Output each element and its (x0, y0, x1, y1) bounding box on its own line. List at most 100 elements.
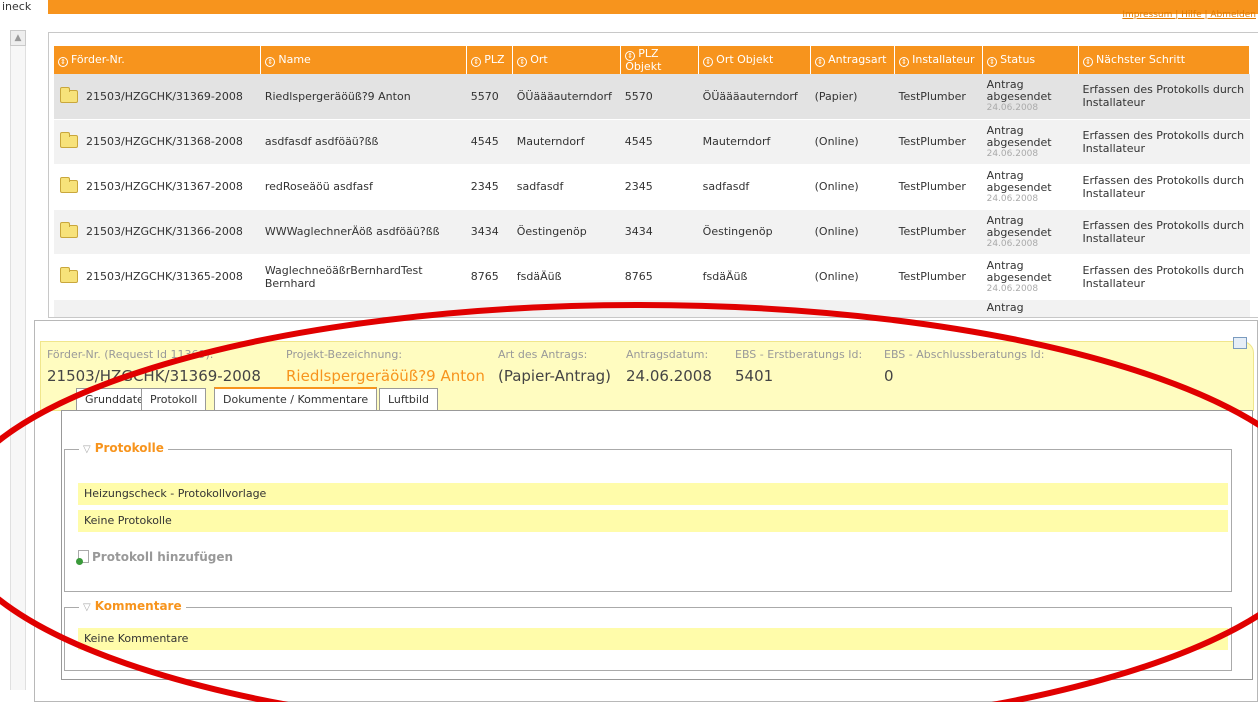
projekt-value: Riedlspergeräöüß?9 Anton (286, 367, 485, 385)
column-header-naechster-schritt[interactable]: ⇕ Nächster Schritt (1078, 46, 1250, 74)
collapse-icon[interactable]: ▽ (83, 602, 91, 613)
cell-ort: Öestingenöp (512, 209, 621, 255)
cell-status: Antrag (982, 299, 1079, 317)
cell-foerder-nr[interactable]: 21503/HZGCHK/31367-2008 (54, 164, 261, 210)
cell-name: WWWaglechnerÄöß asdföäü?ßß (260, 209, 467, 255)
cell-antragsart: (Online) (810, 119, 895, 165)
left-strip-text: ineck (2, 0, 32, 13)
foerder-field: Förder-Nr. (Request Id 11369): 21503/HZG… (47, 348, 261, 385)
datum-value: 24.06.2008 (626, 367, 712, 385)
cell-ort-objekt: fsdäÄüß (698, 254, 811, 300)
cell-installateur: TestPlumber (894, 254, 983, 300)
tab-dokumente-kommentare[interactable]: Dokumente / Kommentare (214, 387, 378, 410)
cell-plz-objekt: 8765 (620, 254, 699, 300)
table-row[interactable]: 21503/HZGCHK/31369-2008 Riedlspergeräöüß… (54, 74, 1250, 120)
window-toggle-icon[interactable] (1233, 337, 1247, 349)
cell-installateur: TestPlumber (894, 164, 983, 210)
cell-plz: 3434 (466, 209, 513, 255)
top-bar (48, 0, 1258, 14)
cell-plz-objekt: 4545 (620, 119, 699, 165)
cell-status: Antrag abgesendet 24.06.2008 (982, 119, 1079, 165)
cell-plz: 2345 (466, 164, 513, 210)
cell-ort: Mauterndorf (512, 119, 621, 165)
table-row[interactable]: Antrag (54, 299, 1250, 317)
protokolle-fieldset: ▽ Protokolle Heizungscheck - Protokollvor… (64, 441, 1232, 592)
collapse-icon[interactable]: ▽ (83, 444, 91, 455)
column-header-plz-objekt[interactable]: ⇕ PLZ Objekt (620, 46, 700, 74)
left-strip: ineck ▲ (0, 0, 36, 702)
cell-naechster-schritt (1078, 299, 1250, 317)
projekt-label: Projekt-Bezeichnung: (286, 348, 403, 361)
ebs1-label: EBS - Erstberatungs Id: (735, 348, 863, 361)
results-table: ⇕ Förder-Nr. ⇕ Name ⇕ PLZ ⇕ Ort ⇕ PLZ Objekt … (54, 46, 1250, 317)
column-header-installateur[interactable]: ⇕ Installateur (894, 46, 984, 74)
cell-ort-objekt: sadfasdf (698, 164, 811, 210)
column-header-foerder-nr[interactable]: ⇕ Förder-Nr. (54, 46, 262, 74)
ebs2-label: EBS - Abschlussberatungs Id: (884, 348, 1045, 361)
column-header-ort-objekt[interactable]: ⇕ Ort Objekt (698, 46, 812, 74)
cell-naechster-schritt: Erfassen des Protokolls durch Installate… (1078, 209, 1250, 255)
cell-status: Antrag abgesendet 24.06.2008 (982, 74, 1079, 120)
cell-ort-objekt: Öestingenöp (698, 209, 811, 255)
datum-field: Antragsdatum: 24.06.2008 (626, 348, 712, 385)
sort-icon: ⇕ (987, 57, 998, 67)
top-links[interactable]: Impressum | Hilfe | Abmelden (1122, 10, 1256, 20)
cell-naechster-schritt: Erfassen des Protokolls durch Installate… (1078, 254, 1250, 300)
sort-icon: ⇕ (58, 57, 68, 67)
projekt-field: Projekt-Bezeichnung: Riedlspergeräöüß?9 … (286, 348, 485, 385)
folder-icon[interactable] (60, 222, 78, 239)
kommentare-legend[interactable]: ▽ Kommentare (79, 599, 186, 613)
sort-icon: ⇕ (471, 57, 482, 67)
column-header-plz[interactable]: ⇕ PLZ (466, 46, 514, 74)
add-document-icon (76, 550, 89, 565)
tab-luftbild[interactable]: Luftbild (379, 388, 438, 410)
cell-naechster-schritt: Erfassen des Protokolls durch Installate… (1078, 74, 1250, 120)
cell-plz: 4545 (466, 119, 513, 165)
table-row[interactable]: 21503/HZGCHK/31368-2008 asdfasdf asdföäü… (54, 119, 1250, 165)
cell-installateur (894, 299, 983, 317)
cell-foerder-nr[interactable]: 21503/HZGCHK/31369-2008 (54, 74, 261, 120)
cell-ort: ÖÜäääauterndorf (512, 74, 621, 120)
cell-antragsart: (Online) (810, 254, 895, 300)
folder-icon[interactable] (60, 267, 78, 284)
cell-foerder-nr[interactable]: 21503/HZGCHK/31366-2008 (54, 209, 261, 255)
cell-antragsart (810, 299, 895, 317)
cell-naechster-schritt: Erfassen des Protokolls durch Installate… (1078, 164, 1250, 210)
sort-icon: ⇕ (265, 57, 276, 67)
cell-foerder-nr (54, 299, 261, 317)
cell-name: asdfasdf asdföäü?ßß (260, 119, 467, 165)
left-scrollbar[interactable] (10, 30, 26, 690)
kommentar-row-none: Keine Kommentare (78, 628, 1228, 650)
cell-plz-objekt (620, 299, 699, 317)
table-header-row: ⇕ Förder-Nr. ⇕ Name ⇕ PLZ ⇕ Ort ⇕ PLZ Objekt … (54, 46, 1250, 74)
cell-ort: sadfasdf (512, 164, 621, 210)
cell-name: redRoseäöü asdfasf (260, 164, 467, 210)
table-row[interactable]: 21503/HZGCHK/31366-2008 WWWaglechnerÄöß … (54, 209, 1250, 255)
cell-plz-objekt: 3434 (620, 209, 699, 255)
ebs2-field: EBS - Abschlussberatungs Id: 0 (884, 348, 1044, 385)
add-protokoll-button[interactable]: Protokoll hinzufügen (76, 550, 233, 565)
cell-foerder-nr[interactable]: 21503/HZGCHK/31368-2008 (54, 119, 261, 165)
column-header-ort[interactable]: ⇕ Ort (512, 46, 622, 74)
cell-foerder-nr[interactable]: 21503/HZGCHK/31365-2008 (54, 254, 261, 300)
column-header-status[interactable]: ⇕ Status (982, 46, 1080, 74)
cell-antragsart: (Papier) (810, 74, 895, 120)
folder-icon[interactable] (60, 132, 78, 149)
cell-ort (512, 299, 621, 317)
cell-name (260, 299, 467, 317)
scroll-up-icon[interactable]: ▲ (10, 30, 26, 46)
table-row[interactable]: 21503/HZGCHK/31365-2008 WaglechneöäßrBer… (54, 254, 1250, 300)
kommentare-fieldset: ▽ Kommentare Keine Kommentare (64, 599, 1232, 671)
cell-plz: 5570 (466, 74, 513, 120)
column-header-antragsart[interactable]: ⇕ Antragsart (810, 46, 896, 74)
column-header-name[interactable]: ⇕ Name (260, 46, 468, 74)
table-row[interactable]: 21503/HZGCHK/31367-2008 redRoseäöü asdfa… (54, 164, 1250, 210)
folder-icon[interactable] (60, 87, 78, 103)
cell-antragsart: (Online) (810, 164, 895, 210)
art-field: Art des Antrags: (Papier-Antrag) (498, 348, 611, 385)
protokoll-row-vorlage[interactable]: Heizungscheck - Protokollvorlage (78, 483, 1228, 505)
tab-content: ▽ Protokolle Heizungscheck - Protokollvor… (61, 410, 1253, 680)
tab-protokoll[interactable]: Protokoll (141, 388, 207, 410)
folder-icon[interactable] (60, 177, 78, 194)
protokolle-legend[interactable]: ▽ Protokolle (79, 441, 168, 455)
